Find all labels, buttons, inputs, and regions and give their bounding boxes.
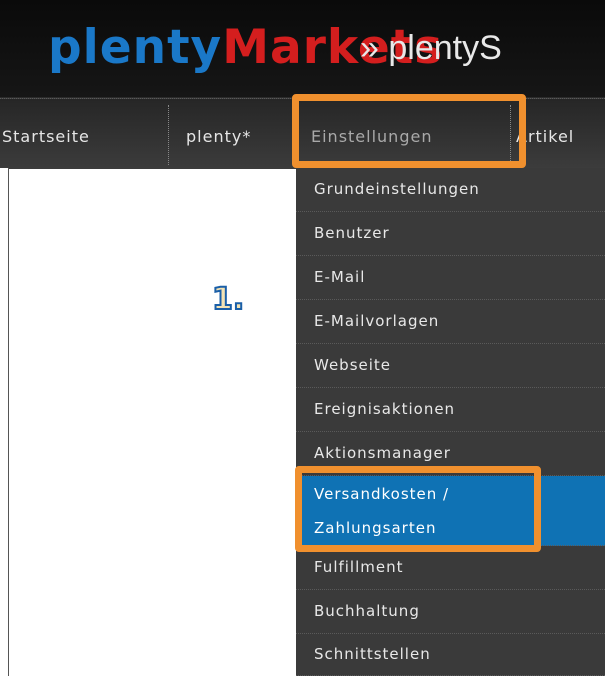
app-header: plentyMarkets » plentyS [0, 0, 605, 98]
highlight-box-einstellungen [292, 94, 526, 168]
menu-item-fulfillment[interactable]: Fulfillment [296, 546, 605, 590]
settings-dropdown-menu: Grundeinstellungen Benutzer E-Mail E-Mai… [296, 168, 605, 676]
menu-item-webseite[interactable]: Webseite [296, 344, 605, 388]
nav-startseite[interactable]: Startseite [2, 99, 90, 169]
menu-item-schnittstellen[interactable]: Schnittstellen [296, 634, 605, 676]
menu-item-emailvorlagen[interactable]: E-Mailvorlagen [296, 300, 605, 344]
breadcrumb: » plentyS [360, 29, 502, 67]
menu-item-grundeinstellungen[interactable]: Grundeinstellungen [296, 168, 605, 212]
highlight-box-versandkosten [295, 466, 541, 552]
menu-item-ereignisaktionen[interactable]: Ereignisaktionen [296, 388, 605, 432]
left-panel [0, 168, 9, 676]
step-number-label: 1. [211, 281, 245, 318]
menu-item-email[interactable]: E-Mail [296, 256, 605, 300]
nav-plenty[interactable]: plenty* [186, 99, 251, 169]
menu-item-benutzer[interactable]: Benutzer [296, 212, 605, 256]
nav-separator [168, 105, 170, 165]
menu-item-buchhaltung[interactable]: Buchhaltung [296, 590, 605, 634]
logo-text-plenty: plenty [48, 20, 223, 75]
